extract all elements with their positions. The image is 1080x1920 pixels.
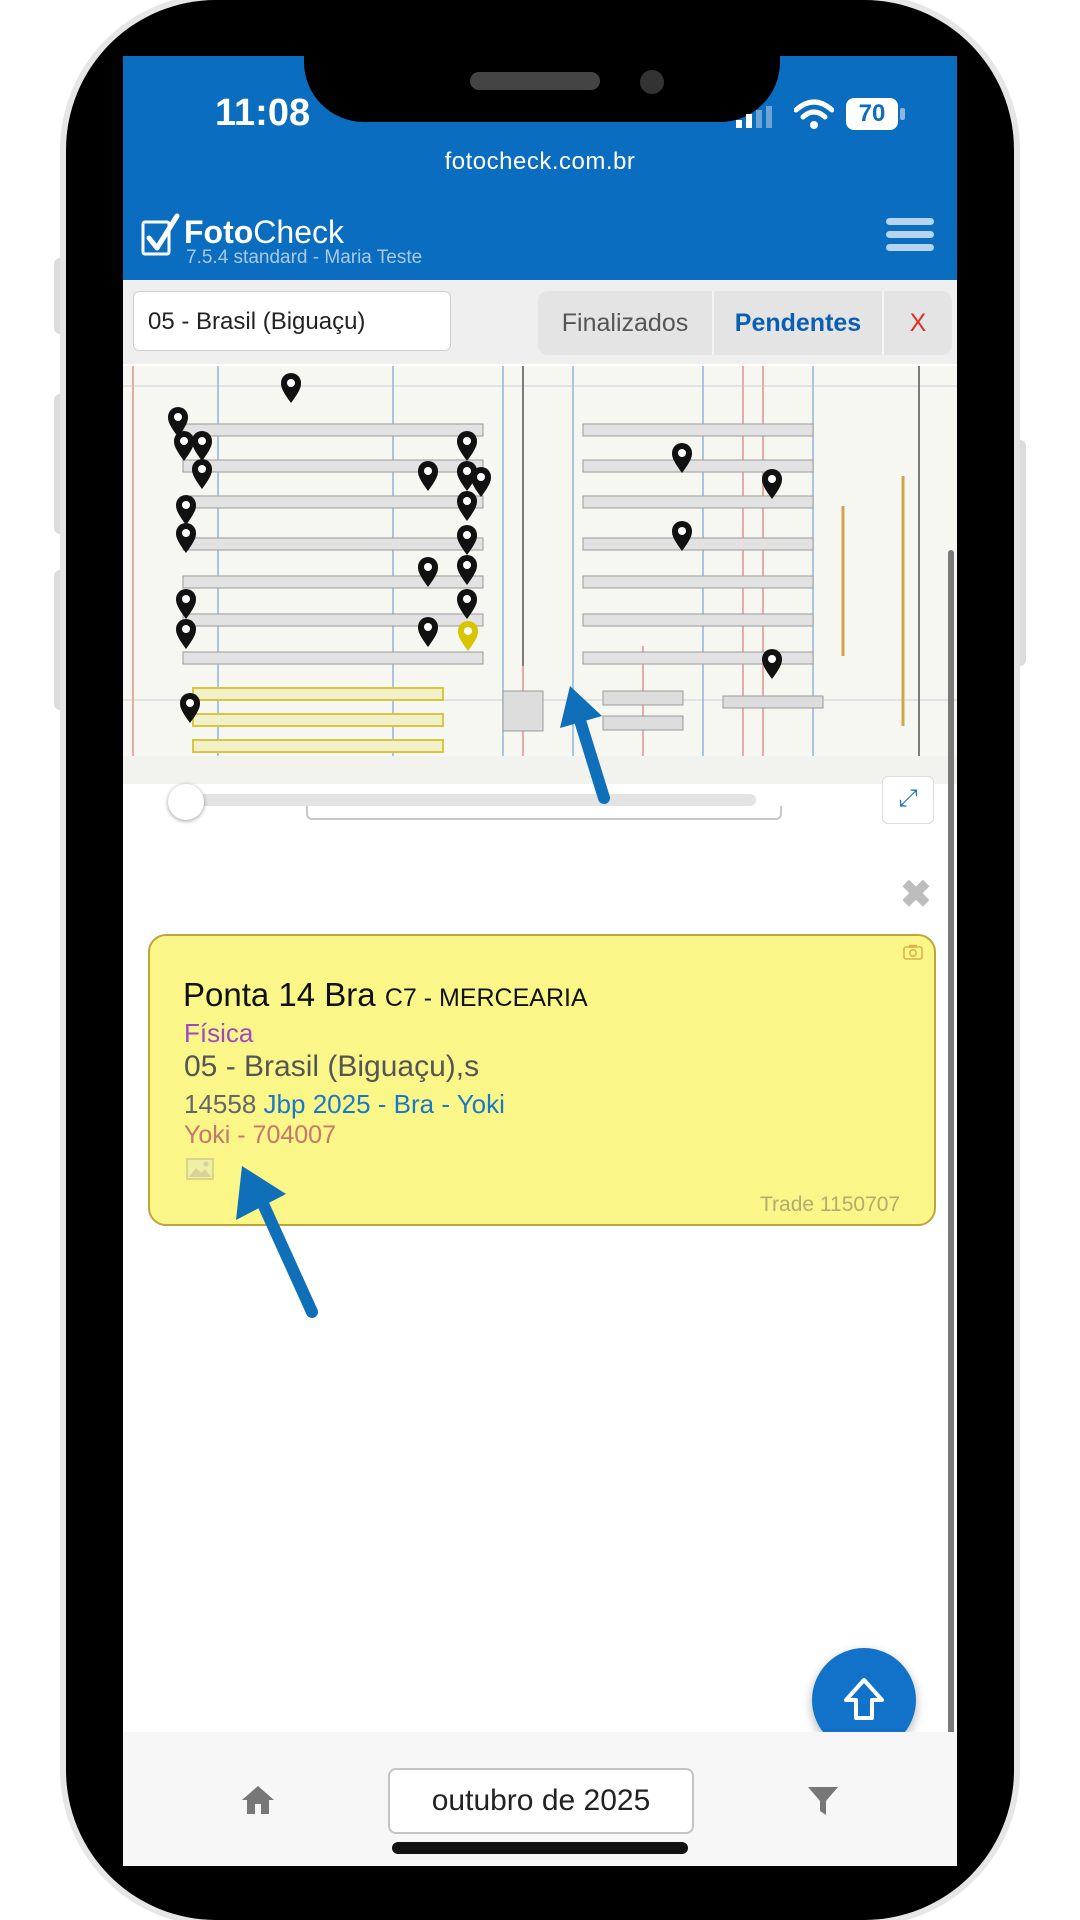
floor-plan-drawing [123, 366, 957, 784]
brand-bold: Foto [184, 214, 254, 250]
home-indicator [392, 1842, 688, 1854]
floor-plan-map[interactable] [123, 366, 957, 784]
card-id: 14558 [184, 1089, 257, 1119]
annotation-arrow-map [556, 686, 616, 811]
hamburger-menu-icon[interactable] [886, 218, 934, 258]
slider-handle[interactable] [168, 784, 204, 820]
card-trade: Trade 1150707 [760, 1193, 901, 1216]
store-select[interactable]: 05 - Brasil (Biguaçu) [133, 291, 451, 351]
url-bar[interactable]: fotocheck.com.br [123, 148, 957, 176]
speaker [470, 72, 600, 90]
close-icon[interactable]: ✖ [900, 872, 932, 917]
camera-icon[interactable] [903, 944, 923, 965]
fotocheck-logo-icon [140, 212, 180, 265]
map-zoom-slider[interactable] [178, 794, 756, 806]
power-button [1012, 440, 1026, 666]
cellular-signal-icon [736, 104, 776, 133]
battery-tip [900, 108, 905, 120]
notch [304, 0, 780, 122]
tab-pendentes[interactable]: Pendentes [714, 291, 884, 355]
annotation-arrow-card [236, 1166, 318, 1331]
status-time: 11:08 [215, 92, 311, 134]
filter-icon[interactable] [806, 1784, 840, 1823]
card-id-line: 14558 Jbp 2025 - Bra - Yoki [184, 1089, 505, 1120]
battery-icon: 70 [846, 98, 898, 130]
photo-placeholder-icon[interactable] [186, 1158, 214, 1185]
clear-filter-button[interactable]: X [884, 291, 952, 355]
wifi-icon [793, 98, 835, 135]
card-store: 05 - Brasil (Biguaçu),s [184, 1050, 480, 1083]
card-section: C7 - MERCEARIA [384, 984, 588, 1012]
card-brand: Yoki - 704007 [184, 1121, 336, 1149]
app-brand: FotoCheck [184, 214, 344, 251]
brand-rest: Check [253, 214, 344, 250]
card-title: Ponta 14 Bra C7 - MERCEARIA [183, 976, 588, 1014]
slider-base [306, 806, 782, 820]
home-icon[interactable] [240, 1784, 276, 1821]
scrollbar[interactable] [948, 550, 954, 1780]
card-type: Física [184, 1018, 254, 1048]
app-version-user: 7.5.4 standard - Maria Teste [186, 247, 423, 268]
month-selector[interactable]: outubro de 2025 [388, 1768, 694, 1834]
campaign-link[interactable]: Jbp 2025 - Bra - Yoki [264, 1089, 505, 1119]
battery-level: 70 [858, 100, 886, 127]
expand-map-icon[interactable]: ⤢ [882, 776, 934, 824]
card-title-main: Ponta 14 Bra [183, 976, 376, 1013]
status-tabs: Finalizados Pendentes X [538, 291, 952, 355]
tab-finalizados[interactable]: Finalizados [538, 291, 714, 355]
front-camera [640, 70, 664, 94]
